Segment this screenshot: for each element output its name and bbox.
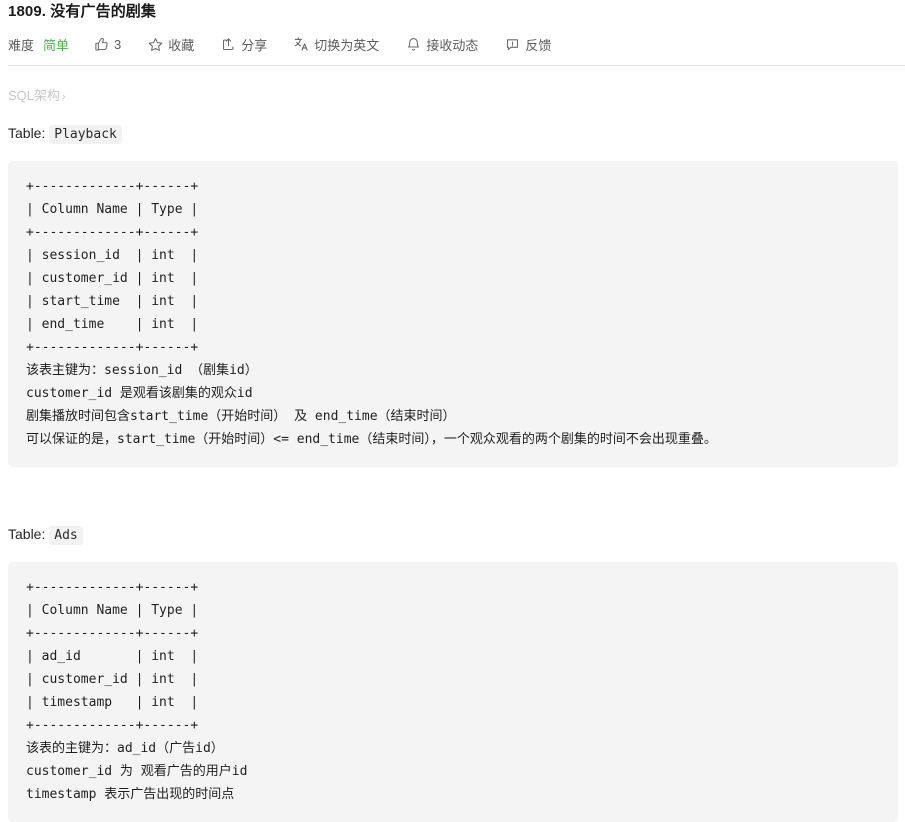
difficulty-indicator: 难度 简单 <box>8 35 69 54</box>
chevron-right-icon: › <box>62 91 66 103</box>
share-button[interactable]: 分享 <box>220 35 267 54</box>
problem-header: 1809. 没有广告的剧集 难度 简单 3 收藏 分享 切换为英文 接收动态 反… <box>0 0 905 66</box>
favorite-label: 收藏 <box>168 37 195 53</box>
translate-icon <box>293 36 309 52</box>
table-caption-playback: Table: Playback <box>8 123 897 145</box>
translate-button[interactable]: 切换为英文 <box>293 35 379 54</box>
subscribe-button[interactable]: 接收动态 <box>405 35 478 54</box>
page-title: 1809. 没有广告的剧集 <box>8 3 157 20</box>
bell-icon <box>405 36 421 52</box>
thumbs-up-icon <box>93 36 109 52</box>
table-caption-prefix: Table: <box>8 125 46 141</box>
schema-block-playback: +-------------+------+ | Column Name | T… <box>8 161 898 467</box>
schema-block-ads: +-------------+------+ | Column Name | T… <box>8 562 898 822</box>
share-label: 分享 <box>241 37 268 53</box>
breadcrumb-label: SQL架构 <box>8 88 61 103</box>
table-caption-prefix: Table: <box>8 526 46 542</box>
feedback-icon <box>504 36 520 52</box>
like-button[interactable]: 3 <box>93 36 121 52</box>
share-icon <box>220 36 236 52</box>
breadcrumb[interactable]: SQL架构 › <box>8 66 897 106</box>
problem-toolbar: 难度 简单 3 收藏 分享 切换为英文 接收动态 反馈 <box>8 29 905 59</box>
table-name-ads: Ads <box>49 526 83 545</box>
subscribe-label: 接收动态 <box>426 37 479 53</box>
table-name-playback: Playback <box>49 125 122 144</box>
favorite-button[interactable]: 收藏 <box>147 35 194 54</box>
difficulty-label: 难度 <box>8 37 35 53</box>
star-icon <box>147 36 163 52</box>
like-count: 3 <box>114 36 122 52</box>
table-caption-ads: Table: Ads <box>8 524 897 546</box>
translate-label: 切换为英文 <box>314 37 380 53</box>
difficulty-value: 简单 <box>43 37 70 53</box>
problem-content: SQL架构 › Table: Playback +-------------+--… <box>0 66 905 822</box>
feedback-label: 反馈 <box>525 37 552 53</box>
feedback-button[interactable]: 反馈 <box>504 35 551 54</box>
